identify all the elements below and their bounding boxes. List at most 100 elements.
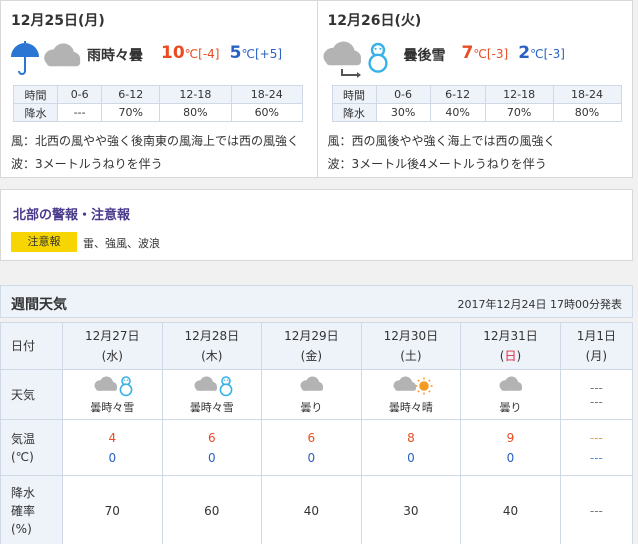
- precip-period: 6-12: [429, 85, 486, 104]
- weekly-weather-label: 曇時々雪: [189, 400, 234, 414]
- weekly-header: 週間天気 2017年12月24日 17時00分発表: [0, 285, 633, 318]
- cloud-icon: [499, 376, 523, 391]
- precip-period: 12-18: [159, 85, 232, 104]
- day-date: 12月25日(月): [11, 13, 105, 29]
- weekly-precip: 40: [460, 475, 561, 544]
- precip-label: 確率: [11, 503, 36, 518]
- weekly-dow: (土): [400, 349, 422, 363]
- weekly-low: ---: [589, 450, 603, 465]
- temp-label: 気温: [11, 431, 36, 446]
- weekly-date-cell: 12月31日 (日): [460, 322, 561, 370]
- precip-period: 0-6: [56, 85, 103, 104]
- row-label-weather: 天気: [0, 369, 63, 420]
- weekly-low: 0: [407, 450, 415, 465]
- precip-value: 30%: [375, 103, 431, 122]
- warnings-title[interactable]: 北部の警報・注意報: [13, 204, 130, 223]
- weekly-forecast-table: 日付 12月27日 (水) 12月28日 (木) 12月29日 (金) 12月30日 (…: [0, 322, 634, 544]
- low-temp-unit: ℃: [530, 47, 544, 61]
- weather-dash: ---: [589, 380, 603, 395]
- precip-label: 降水: [11, 485, 36, 500]
- precip-value: ---: [56, 103, 103, 122]
- daily-forecast-panel: 12月25日(月) 雨時々曇 10℃[-4] 5℃[+5] 時間 0-6 6-1…: [0, 0, 633, 178]
- weekly-high: 9: [506, 430, 515, 445]
- weekly-precip: 30: [360, 475, 462, 544]
- day-date: 12月26日(火): [327, 13, 422, 29]
- high-temp-diff: [-3]: [486, 47, 509, 61]
- row-label-temperature: 気温 (℃): [0, 419, 63, 476]
- weekly-date: 12月29日: [284, 329, 339, 343]
- umbrella-cloud-icon: [11, 41, 81, 75]
- warnings-panel: 北部の警報・注意報 注意報 雷、強風、波浪: [0, 189, 633, 261]
- day-weather-label: 雨時々曇: [87, 48, 143, 64]
- weekly-weather-label: 曇時々晴: [388, 400, 433, 414]
- weekly-high: 6: [208, 430, 216, 445]
- weekly-temp-cell: 40: [62, 419, 163, 476]
- weekly-precip: 60: [161, 475, 263, 544]
- cloud-sun-icon: [393, 376, 434, 395]
- weekly-weather-cell: 曇時々雪: [62, 369, 163, 420]
- weekly-date-cell: 12月30日 (土): [360, 322, 462, 370]
- weather-dash: ---: [589, 394, 603, 409]
- weekly-weather-cell: --- ---: [559, 369, 634, 420]
- precip-unit-label: (%): [11, 521, 32, 536]
- precip-value: 80%: [552, 103, 622, 122]
- weekly-dow: (月): [585, 349, 608, 363]
- weekly-issued-time: 2017年12月24日 17時00分発表: [457, 298, 622, 311]
- day-forecast-tomorrow: 12月26日(火) 曇後雪 7℃[-3] 2℃[-3] 時間 0-6 6-12 …: [316, 1, 633, 177]
- cloud-then-snow-icon: [323, 41, 388, 78]
- day-weather-label: 曇後雪: [403, 48, 446, 64]
- weekly-date-cell: 1月1日 (月): [559, 322, 634, 370]
- advisory-items: 雷、強風、波浪: [83, 237, 160, 250]
- high-temp: 10: [161, 43, 185, 63]
- weekly-date: 12月30日: [383, 329, 439, 343]
- precip-header-label: 時間: [13, 85, 58, 104]
- low-temp-diff: [-3]: [543, 47, 565, 61]
- weekly-date: 1月1日: [576, 329, 616, 343]
- weekly-precip: 40: [261, 475, 362, 544]
- weekly-temp-cell: 60: [261, 419, 362, 476]
- weekly-temp-cell: 80: [360, 419, 462, 476]
- wind-note: 風：西の風後やや強く海上では西の風強く: [327, 134, 556, 148]
- low-temp-diff: [+5]: [254, 47, 283, 61]
- weekly-high: ---: [589, 430, 603, 445]
- cloud-snow-icon: [94, 375, 133, 396]
- precip-value: 40%: [429, 103, 486, 122]
- row-label-precip: 降水確率 (%): [0, 475, 63, 544]
- weekly-temp-cell: --- ---: [559, 419, 634, 476]
- weekly-high: 8: [407, 430, 415, 445]
- day-forecast-today: 12月25日(月) 雨時々曇 10℃[-4] 5℃[+5] 時間 0-6 6-1…: [1, 1, 317, 177]
- precip-period: 0-6: [375, 85, 431, 104]
- weekly-date-cell: 12月28日 (木): [161, 322, 263, 370]
- precip-period: 6-12: [101, 85, 161, 104]
- weekly-temp-cell: 60: [161, 419, 263, 476]
- day-temperatures: 7℃[-3] 2℃[-3]: [462, 43, 571, 63]
- wave-note: 波：3メートルうねりを伴う: [11, 157, 163, 171]
- precip-table: 時間 0-6 6-12 12-18 18-24 降水 30% 40% 70% 8…: [331, 85, 622, 122]
- weekly-low: 0: [307, 450, 316, 465]
- weekly-dow: (金): [300, 349, 323, 363]
- precip-period: 12-18: [484, 85, 554, 104]
- weekly-weather-cell: 曇時々雪: [161, 369, 263, 420]
- precip-value: 70%: [484, 103, 554, 122]
- dow-paren: ): [516, 349, 522, 363]
- cloud-icon: [300, 376, 324, 391]
- weekly-temp-cell: 90: [460, 419, 561, 476]
- weekly-weather-cell: 曇時々晴: [360, 369, 462, 420]
- weekly-dow: (水): [101, 349, 123, 363]
- sunday-marker: 日: [504, 349, 517, 363]
- high-temp-unit: ℃: [473, 47, 487, 61]
- low-temp-unit: ℃: [241, 47, 255, 61]
- weekly-dow: (木): [201, 349, 223, 363]
- weekly-date: 12月27日: [85, 329, 140, 343]
- wave-note: 波：3メートル後4メートルうねりを伴う: [327, 157, 547, 171]
- precip-table: 時間 0-6 6-12 12-18 18-24 降水 --- 70% 80% 6…: [13, 85, 304, 122]
- weekly-weather-cell: 曇り: [261, 369, 362, 420]
- weekly-date: 12月31日: [483, 329, 538, 343]
- weekly-precip: 70: [62, 475, 163, 544]
- weekly-low: 0: [506, 450, 515, 465]
- weekly-weather-label: 曇り: [300, 400, 323, 414]
- weekly-date-cell: 12月29日 (金): [261, 322, 362, 370]
- advisory-badge: 注意報: [11, 232, 77, 252]
- weekly-title: 週間天気: [11, 297, 67, 313]
- precip-value: 60%: [230, 103, 304, 122]
